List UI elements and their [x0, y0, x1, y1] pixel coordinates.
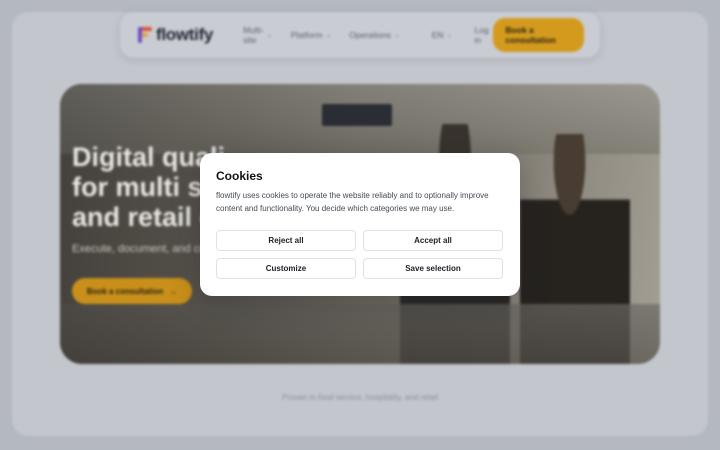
nav-links: Multi-site ⌄ Platform ⌄ Operations ⌄: [243, 25, 400, 45]
proof-text: Proven in food service, hospitality, and…: [282, 393, 438, 402]
nav-link-label: Platform: [290, 30, 323, 40]
chevron-down-icon: ⌄: [393, 32, 400, 39]
chevron-down-icon: ⌄: [266, 32, 273, 39]
top-navigation: flowtify Multi-site ⌄ Platform ⌄ Operati…: [120, 12, 600, 58]
save-selection-button[interactable]: Save selection: [363, 258, 503, 279]
logo-text: flowtify: [156, 25, 214, 44]
language-label: EN: [431, 30, 444, 40]
cookie-dialog-text: flowtify uses cookies to operate the web…: [216, 191, 489, 213]
nav-link-operations[interactable]: Operations ⌄: [349, 25, 399, 45]
logo[interactable]: flowtify: [138, 25, 213, 45]
reject-all-button[interactable]: Reject all: [216, 230, 356, 251]
cookie-dialog-title: Cookies: [216, 169, 263, 183]
arrow-right-icon: →: [169, 286, 178, 296]
login-link[interactable]: Log in: [474, 25, 493, 45]
nav-link-label: Operations: [349, 30, 391, 40]
hero-cta-label: Book a consultation: [86, 286, 164, 296]
language-selector[interactable]: EN ⌄: [432, 30, 453, 40]
chevron-down-icon: ⌄: [446, 32, 453, 39]
logo-mark-icon: [138, 27, 152, 43]
hero-subtitle: Execute, document, and co: [72, 243, 206, 255]
cookie-dialog-buttons: Reject all Accept all Customize Save sel…: [216, 230, 504, 279]
customize-button[interactable]: Customize: [216, 258, 356, 279]
nav-link-platform[interactable]: Platform ⌄: [291, 25, 332, 45]
hero-book-consultation-button[interactable]: Book a consultation →: [72, 278, 192, 304]
cookie-dialog: Cookies flowtify uses cookies to operate…: [200, 153, 520, 296]
accept-all-button[interactable]: Accept all: [363, 230, 503, 251]
nav-book-consultation-button[interactable]: Book a consultation: [493, 18, 584, 52]
nav-link-multi-site[interactable]: Multi-site ⌄: [243, 25, 273, 45]
chevron-down-icon: ⌄: [325, 32, 332, 39]
nav-link-label: Multi-site: [243, 25, 264, 45]
